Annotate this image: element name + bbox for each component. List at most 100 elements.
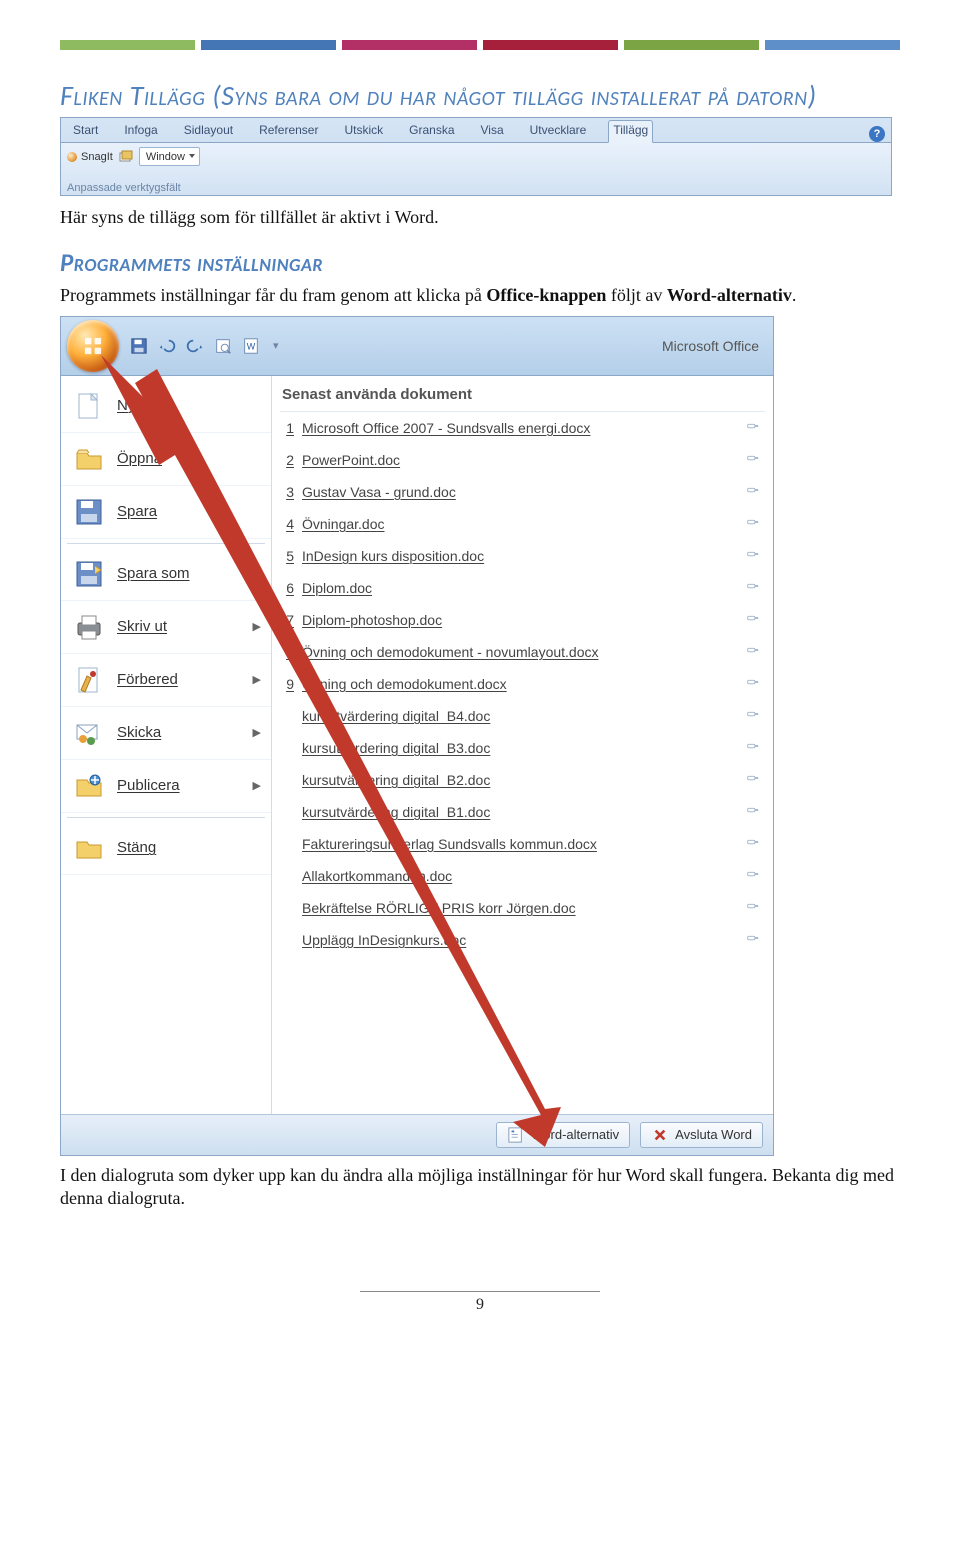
pin-icon[interactable] — [745, 643, 765, 660]
snagit-combo[interactable]: Window — [139, 147, 200, 166]
menu-item-förbered[interactable]: Förbered▶ — [61, 654, 271, 707]
pin-icon[interactable] — [745, 803, 765, 820]
recent-document[interactable]: kursutvärdering digital_B1.doc — [280, 796, 765, 828]
qat-preview-icon[interactable] — [213, 336, 233, 356]
body-paragraph: Här syns de tillägg som för tillfället ä… — [60, 206, 900, 229]
menu-item-skicka[interactable]: Skicka▶ — [61, 707, 271, 760]
ribbon-tab[interactable]: Referenser — [255, 121, 322, 142]
qat-save-icon[interactable] — [129, 336, 149, 356]
recent-document[interactable]: kursutvärdering digital_B3.doc — [280, 732, 765, 764]
recent-doc-number: 8 — [280, 644, 294, 660]
qat-undo-icon[interactable] — [157, 336, 177, 356]
recent-document[interactable]: Bekräftelse RÖRLIGT PRIS korr Jörgen.doc — [280, 892, 765, 924]
recent-document[interactable]: 7 Diplom-photoshop.doc — [280, 604, 765, 636]
recent-doc-number: 2 — [280, 452, 294, 468]
recent-document[interactable]: 8 Övning och demodokument - novumlayout.d… — [280, 636, 765, 668]
pin-icon[interactable] — [745, 515, 765, 532]
recent-document[interactable]: 3Gustav Vasa - grund.doc — [280, 476, 765, 508]
recent-doc-number: 7 — [280, 612, 294, 628]
body-paragraph: Programmets inställningar får du fram ge… — [60, 284, 900, 307]
submenu-arrow-icon: ▶ — [253, 726, 261, 739]
recent-document[interactable]: 9Övning och demodokument.docx — [280, 668, 765, 700]
options-icon — [507, 1126, 525, 1144]
recent-document[interactable]: Faktureringsunderlag Sundsvalls kommun.d… — [280, 828, 765, 860]
pin-icon[interactable] — [745, 899, 765, 916]
recent-doc-name: Övning och demodokument.docx — [302, 676, 507, 692]
recent-document[interactable]: kursutvärdering digital_B4.doc — [280, 700, 765, 732]
pin-icon[interactable] — [745, 547, 765, 564]
exit-word-label: Avsluta Word — [675, 1127, 752, 1142]
app-title: Microsoft Office — [662, 338, 759, 354]
recent-doc-name: kursutvärdering digital_B2.doc — [302, 772, 490, 788]
menu-item-spara-som[interactable]: Spara som▶ — [61, 548, 271, 601]
recent-document[interactable]: 4Övningar.doc — [280, 508, 765, 540]
menu-item-label: Förbered — [117, 671, 178, 688]
ribbon-tab[interactable]: Utskick — [340, 121, 387, 142]
menu-item-öppna[interactable]: Öppna — [61, 433, 271, 486]
snagit-picker-icon[interactable] — [117, 148, 135, 166]
word-options-label: Word-alternativ — [531, 1127, 619, 1142]
ribbon-tab[interactable]: Visa — [477, 121, 508, 142]
pin-icon[interactable] — [745, 419, 765, 436]
office-button[interactable] — [67, 320, 119, 372]
exit-word-button[interactable]: Avsluta Word — [640, 1122, 763, 1148]
menu-item-publicera[interactable]: Publicera ▶ — [61, 760, 271, 813]
svg-text:W: W — [247, 341, 256, 351]
recent-doc-name: Diplom.doc — [302, 580, 372, 596]
recent-document[interactable]: 6Diplom.doc — [280, 572, 765, 604]
word-options-button[interactable]: Word-alternativ — [496, 1122, 630, 1148]
menu-item-stäng[interactable]: Stäng — [61, 822, 271, 875]
qat-redo-icon[interactable] — [185, 336, 205, 356]
pin-icon[interactable] — [745, 611, 765, 628]
qat-dropdown-icon[interactable]: ▾ — [273, 339, 279, 352]
office-menu-screenshot: W ▾ Microsoft Office Nytt ÖppnaSpara Spara… — [60, 316, 774, 1156]
pin-icon[interactable] — [745, 483, 765, 500]
pin-icon[interactable] — [745, 771, 765, 788]
recent-document[interactable]: 1 Microsoft Office 2007 - Sundsvalls ener… — [280, 412, 765, 444]
qat-word-icon[interactable]: W — [241, 336, 261, 356]
recent-document[interactable]: kursutvärdering digital_B2.doc — [280, 764, 765, 796]
recent-doc-name: Diplom-photoshop.doc — [302, 612, 442, 628]
menu-item-label: Nytt — [117, 397, 144, 414]
recent-doc-name: Övning och demodokument - novumlayout.do… — [302, 644, 599, 660]
recent-doc-name: PowerPoint.doc — [302, 452, 400, 468]
pin-icon[interactable] — [745, 675, 765, 692]
menu-item-skriv-ut[interactable]: Skriv ut▶ — [61, 601, 271, 654]
snagit-icon[interactable] — [67, 152, 77, 162]
menu-item-nytt[interactable]: Nytt — [61, 380, 271, 433]
accent-bar — [60, 40, 195, 50]
ribbon-group-label: Anpassade verktygsfält — [67, 182, 181, 194]
recent-document[interactable]: 5InDesign kurs disposition.doc — [280, 540, 765, 572]
menu-item-icon — [71, 662, 107, 698]
ribbon-tab[interactable]: Utvecklare — [526, 121, 591, 142]
menu-item-icon — [71, 441, 107, 477]
recent-doc-name: Microsoft Office 2007 - Sundsvalls energ… — [302, 420, 590, 436]
pin-icon[interactable] — [745, 867, 765, 884]
pin-icon[interactable] — [745, 707, 765, 724]
pin-icon[interactable] — [745, 451, 765, 468]
accent-bar — [765, 40, 900, 50]
menu-item-label: Publicera — [117, 777, 180, 794]
ribbon-tab-active[interactable]: Tillägg — [608, 120, 653, 143]
recent-doc-name: kursutvärdering digital_B1.doc — [302, 804, 490, 820]
recent-document[interactable]: Upplägg InDesignkurs.doc — [280, 924, 765, 956]
recent-document[interactable]: 2 PowerPoint.doc — [280, 444, 765, 476]
close-icon — [651, 1126, 669, 1144]
menu-item-icon — [71, 768, 107, 804]
pin-icon[interactable] — [745, 739, 765, 756]
recent-document[interactable]: Allakortkommandon.doc — [280, 860, 765, 892]
ribbon-tab[interactable]: Infoga — [120, 121, 161, 142]
submenu-arrow-icon: ▶ — [253, 779, 261, 792]
ribbon-tab[interactable]: Granska — [405, 121, 458, 142]
recent-doc-number: 1 — [280, 420, 294, 436]
ribbon-tab[interactable]: Start — [69, 121, 102, 142]
menu-item-icon — [71, 609, 107, 645]
page-number: 9 — [360, 1291, 600, 1314]
pin-icon[interactable] — [745, 835, 765, 852]
ribbon-tab[interactable]: Sidlayout — [180, 121, 237, 142]
menu-item-spara[interactable]: Spara — [61, 486, 271, 539]
submenu-arrow-icon: ▶ — [253, 567, 261, 580]
help-icon[interactable]: ? — [869, 126, 885, 142]
pin-icon[interactable] — [745, 579, 765, 596]
pin-icon[interactable] — [745, 931, 765, 948]
